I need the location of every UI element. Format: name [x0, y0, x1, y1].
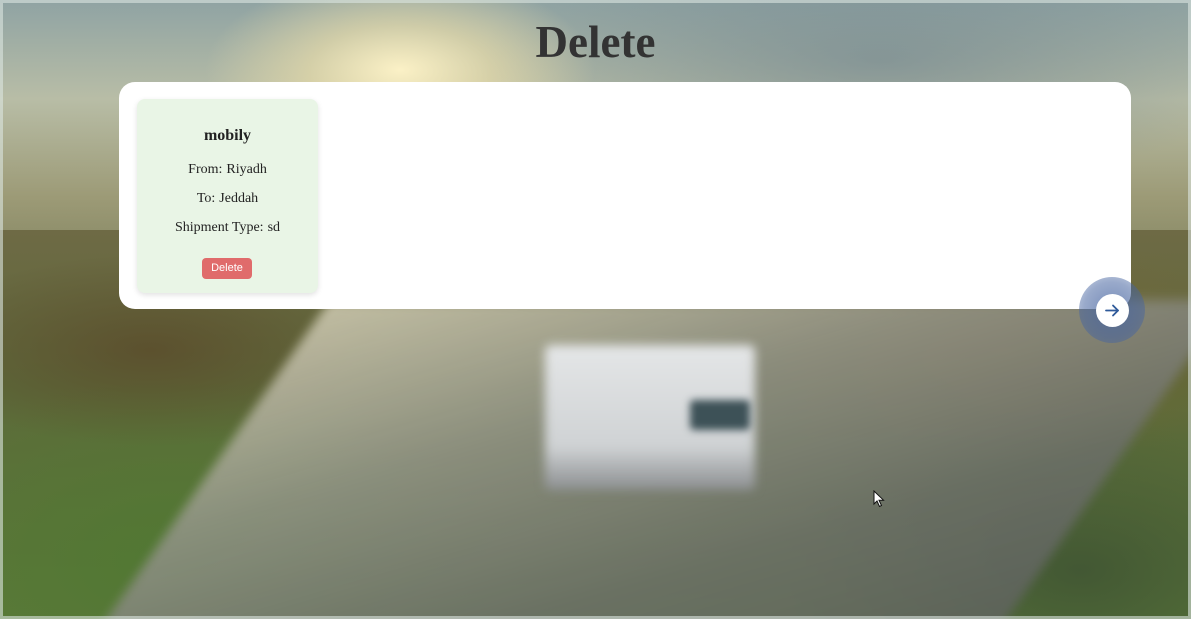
shipment-from: From: Riyadh: [137, 161, 318, 179]
next-button[interactable]: [1096, 294, 1129, 327]
arrow-right-icon: [1105, 304, 1119, 317]
shipments-panel: mobily From: Riyadh To: Jeddah Shipment Ty…: [119, 82, 1131, 309]
page-title: Delete: [535, 17, 656, 67]
shipment-to-value: Jeddah: [219, 191, 259, 206]
shipment-company: mobily: [203, 127, 252, 144]
shipment-card: mobily From: Riyadh To: Jeddah Shipment Ty…: [137, 99, 318, 293]
shipment-from-value: Riyadh: [226, 162, 267, 177]
shipment-to: To: Jeddah: [137, 190, 318, 208]
background-truck-window: [690, 400, 750, 430]
shipment-from-label: From:: [188, 162, 223, 177]
shipment-type: Shipment Type: sd: [137, 219, 318, 237]
mouse-cursor-icon: [873, 490, 885, 508]
delete-button[interactable]: Delete: [202, 258, 252, 279]
shipment-type-value: sd: [267, 220, 281, 235]
shipment-to-label: To:: [196, 191, 216, 206]
shipment-type-label: Shipment Type:: [174, 220, 264, 235]
